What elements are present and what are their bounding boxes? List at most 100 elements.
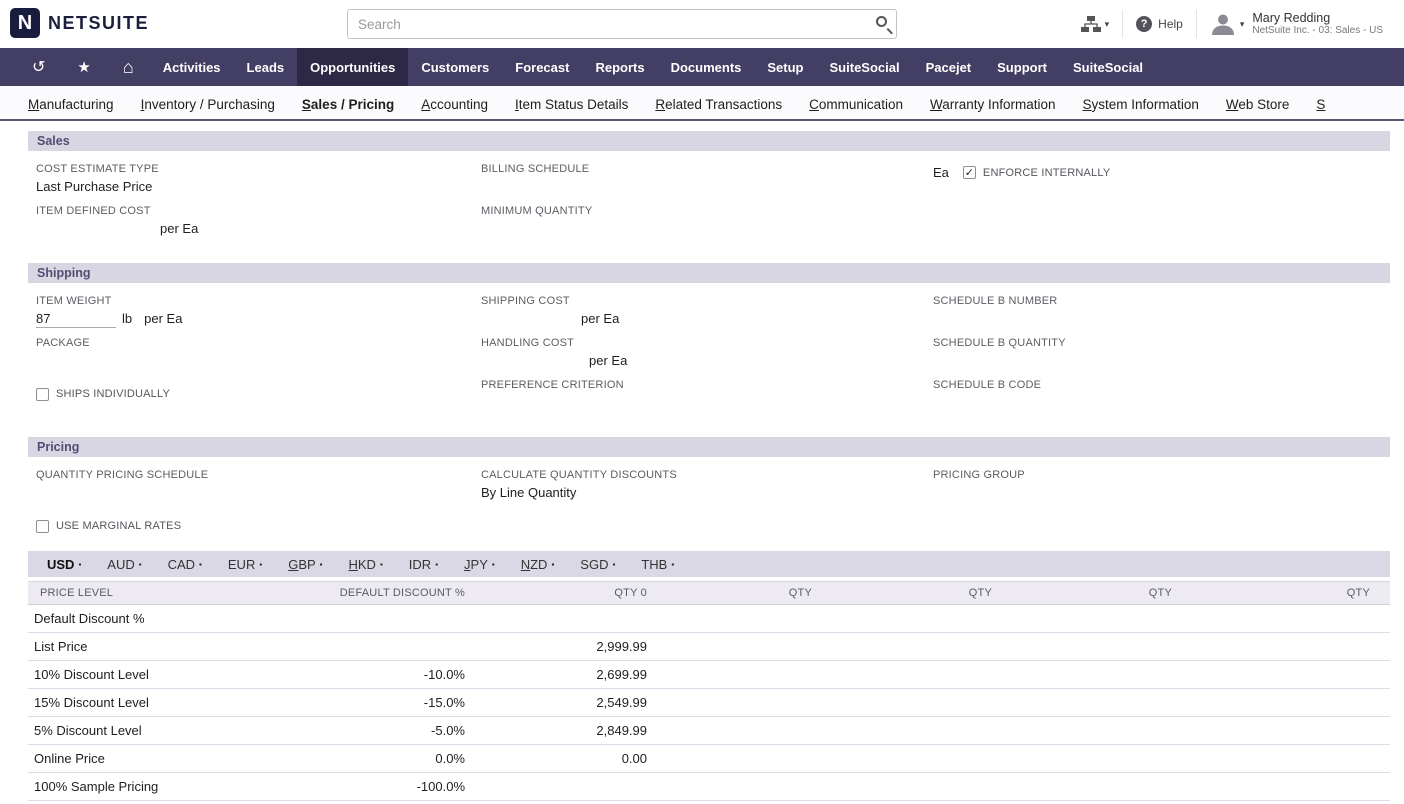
subtab-related-transactions[interactable]: Related Transactions xyxy=(655,97,782,112)
currency-tab-usd[interactable]: USD▪ xyxy=(34,557,94,572)
package-value xyxy=(36,353,481,369)
currency-menu-icon[interactable]: ▪ xyxy=(435,560,438,569)
currency-tab-aud[interactable]: AUD▪ xyxy=(94,557,154,572)
qty-cell xyxy=(1012,661,1192,689)
user-info: Mary Redding NetSuite Inc. - 03: Sales -… xyxy=(1252,11,1383,37)
subtab-item-status-details[interactable]: Item Status Details xyxy=(515,97,628,112)
nav-documents[interactable]: Documents xyxy=(658,48,755,86)
column-header-qty-0: QTY 0 xyxy=(485,582,667,605)
cost-estimate-type-value: Last Purchase Price xyxy=(36,179,481,195)
home-icon[interactable]: ⌂ xyxy=(107,48,150,86)
user-menu[interactable]: ▾ Mary Redding NetSuite Inc. - 03: Sales… xyxy=(1196,10,1396,38)
nav-suitesocial-1[interactable]: SuiteSocial xyxy=(817,48,913,86)
price-level-cell: Default Discount % xyxy=(28,605,313,633)
shipping-column-1: ITEM WEIGHT 87lbper Ea PACKAGE SHIPS IND… xyxy=(36,295,481,421)
item-weight-unit: lb xyxy=(122,311,132,326)
qty-cell xyxy=(667,745,832,773)
billing-schedule-value xyxy=(481,179,933,195)
search-input[interactable] xyxy=(347,9,897,39)
item-weight-input[interactable]: 87 xyxy=(36,311,116,328)
nav-reports[interactable]: Reports xyxy=(582,48,657,86)
subtab-system-information[interactable]: System Information xyxy=(1083,97,1199,112)
nav-suitesocial-2[interactable]: SuiteSocial xyxy=(1060,48,1156,86)
nav-customers[interactable]: Customers xyxy=(408,48,502,86)
pricing-group-label: PRICING GROUP xyxy=(933,469,1390,481)
calculate-quantity-discounts-value: By Line Quantity xyxy=(481,485,933,501)
recent-records-icon[interactable]: ↺ xyxy=(16,48,61,86)
currency-menu-icon[interactable]: ▪ xyxy=(551,560,554,569)
nav-opportunities[interactable]: Opportunities xyxy=(297,48,408,86)
nav-pacejet[interactable]: Pacejet xyxy=(913,48,985,86)
subtab-cutoff[interactable]: S xyxy=(1316,97,1325,112)
currency-menu-icon[interactable]: ▪ xyxy=(259,560,262,569)
help-icon: ? xyxy=(1136,16,1152,32)
item-weight-field: ITEM WEIGHT 87lbper Ea xyxy=(36,295,481,337)
discount-cell: -100.0% xyxy=(313,773,485,801)
currency-tab-gbp[interactable]: GBP▪ xyxy=(275,557,335,572)
currency-menu-icon[interactable]: ▪ xyxy=(612,560,615,569)
currency-menu-icon[interactable]: ▪ xyxy=(139,560,142,569)
shortcuts-star-icon[interactable]: ★ xyxy=(61,48,106,86)
help-button[interactable]: ? Help xyxy=(1122,10,1196,38)
ships-individually-checkbox[interactable] xyxy=(36,388,49,401)
quick-menu[interactable]: ▾ xyxy=(1068,10,1123,38)
qty-cell xyxy=(1192,717,1390,745)
currency-tab-cad[interactable]: CAD▪ xyxy=(155,557,215,572)
sales-section-body: COST ESTIMATE TYPE Last Purchase Price I… xyxy=(28,151,1390,251)
nav-forecast[interactable]: Forecast xyxy=(502,48,582,86)
checkmark-icon: ✓ xyxy=(965,166,974,179)
column-header-qty-2: QTY xyxy=(832,582,1012,605)
currency-tab-sgd[interactable]: SGD▪ xyxy=(567,557,628,572)
qty-cell xyxy=(832,633,1012,661)
section-title: Pricing xyxy=(37,440,79,454)
use-marginal-rates-checkbox[interactable] xyxy=(36,520,49,533)
subtab-accounting[interactable]: Accounting xyxy=(421,97,488,112)
cost-estimate-type-field: COST ESTIMATE TYPE Last Purchase Price xyxy=(36,163,481,205)
subtab-warranty-information[interactable]: Warranty Information xyxy=(930,97,1056,112)
quantity-pricing-schedule-value xyxy=(36,485,481,501)
qty-cell xyxy=(1192,745,1390,773)
currency-tab-jpy[interactable]: JPY▪ xyxy=(451,557,508,572)
currency-menu-icon[interactable]: ▪ xyxy=(671,560,674,569)
subtab-sales-pricing[interactable]: Sales / Pricing xyxy=(302,97,394,112)
nav-setup[interactable]: Setup xyxy=(754,48,816,86)
currency-menu-icon[interactable]: ▪ xyxy=(380,560,383,569)
nav-support[interactable]: Support xyxy=(984,48,1060,86)
nav-leads[interactable]: Leads xyxy=(234,48,298,86)
price-level-cell: List Price xyxy=(28,633,313,661)
currency-tab-hkd[interactable]: HKD▪ xyxy=(336,557,396,572)
currency-menu-icon[interactable]: ▪ xyxy=(199,560,202,569)
subtab-inventory-purchasing[interactable]: Inventory / Purchasing xyxy=(141,97,275,112)
currency-tab-thb[interactable]: THB▪ xyxy=(628,557,687,572)
nav-activities[interactable]: Activities xyxy=(150,48,234,86)
subtab-communication[interactable]: Communication xyxy=(809,97,903,112)
help-label: Help xyxy=(1158,17,1183,31)
currency-tab-idr[interactable]: IDR▪ xyxy=(396,557,451,572)
column-header-price-level: PRICE LEVEL xyxy=(28,582,313,605)
subtab-manufacturing[interactable]: Manufacturing xyxy=(28,97,114,112)
enforce-internally-row: Ea ✓ ENFORCE INTERNALLY xyxy=(933,165,1390,180)
qty0-cell: 2,999.99 xyxy=(485,633,667,661)
shipping-cost-field: SHIPPING COST per Ea xyxy=(481,295,933,337)
qty0-cell: 2,849.99 xyxy=(485,717,667,745)
table-row-list-price: List Price 2,999.99 xyxy=(28,633,1390,661)
ships-individually-row: SHIPS INDIVIDUALLY xyxy=(36,381,481,407)
currency-menu-icon[interactable]: ▪ xyxy=(320,560,323,569)
schedule-b-code-label: SCHEDULE B CODE xyxy=(933,379,1390,391)
enforce-internally-checkbox[interactable]: ✓ xyxy=(963,166,976,179)
qty-cell xyxy=(1192,661,1390,689)
table-row-100-sample-pricing: 100% Sample Pricing -100.0% xyxy=(28,773,1390,801)
currency-tab-nzd[interactable]: NZD▪ xyxy=(508,557,568,572)
search-icon[interactable] xyxy=(876,16,887,27)
currency-menu-icon[interactable]: ▪ xyxy=(492,560,495,569)
use-marginal-rates-row: USE MARGINAL RATES xyxy=(36,513,481,539)
subtab-web-store[interactable]: Web Store xyxy=(1226,97,1290,112)
price-level-cell: 5% Discount Level xyxy=(28,717,313,745)
currency-tab-eur[interactable]: EUR▪ xyxy=(215,557,275,572)
handling-cost-suffix: per Ea xyxy=(481,353,933,369)
currency-menu-icon[interactable]: ▪ xyxy=(78,560,81,569)
discount-cell xyxy=(313,633,485,661)
qty-cell xyxy=(667,633,832,661)
chevron-down-icon: ▾ xyxy=(1240,19,1245,30)
netsuite-logo[interactable]: N NETSUITE xyxy=(10,8,149,38)
